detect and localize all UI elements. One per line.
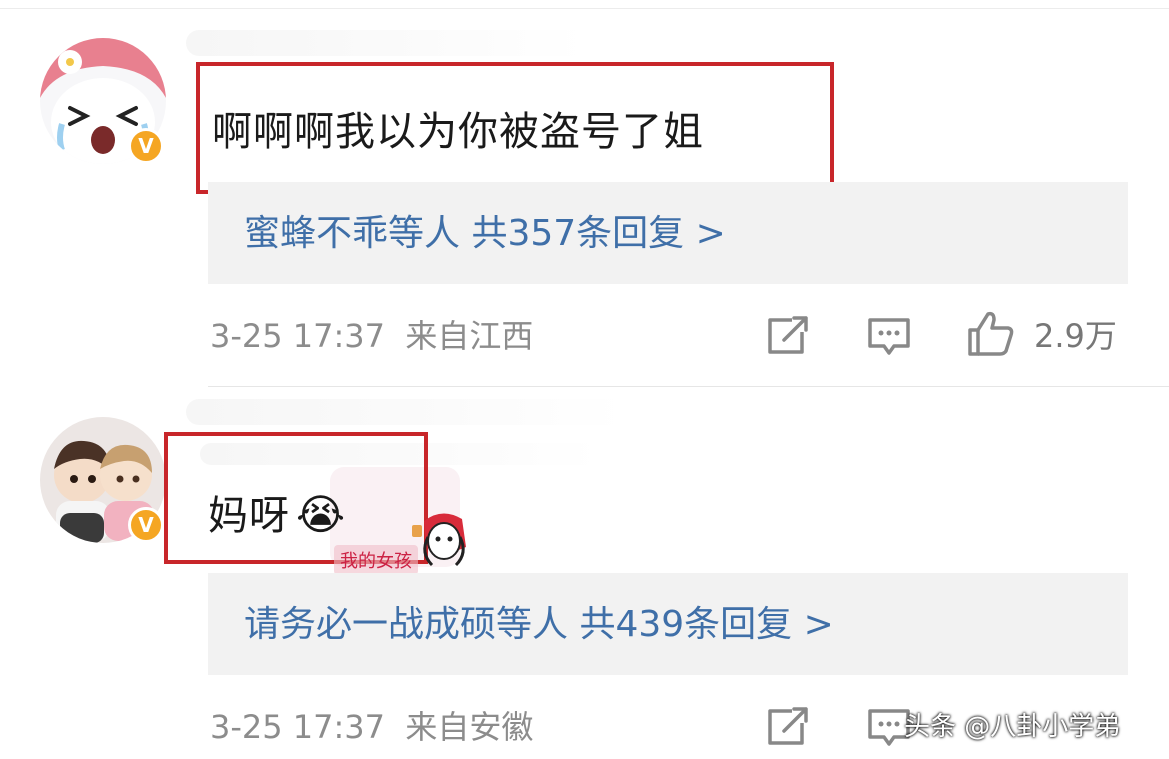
comment-text: 妈呀 😭: [208, 491, 346, 540]
reply-summary-link[interactable]: 蜜蜂不乖等人 共357条回复 >: [244, 212, 726, 256]
timestamp: 3-25 17:37: [210, 708, 386, 746]
like-count: 2.9万: [1034, 317, 1117, 355]
like-icon[interactable]: [966, 310, 1016, 358]
share-icon[interactable]: [766, 316, 810, 356]
comment-text-value: 妈呀: [208, 493, 290, 539]
watermark: 头条 @八卦小学弟: [904, 712, 1121, 742]
comment-icon[interactable]: [866, 316, 912, 358]
reply-preview[interactable]: 请务必一战成硕等人 共439条回复 >: [208, 573, 1128, 675]
crying-face-emoji-icon: 😭: [296, 490, 347, 539]
meta-info: 3-25 17:37 来自安徽: [210, 707, 533, 747]
location: 来自江西: [405, 317, 534, 355]
verified-badge-icon: V: [128, 507, 164, 543]
timestamp: 3-25 17:37: [210, 317, 386, 355]
verified-badge-icon: V: [128, 128, 164, 164]
share-icon[interactable]: [766, 707, 810, 747]
sticker-caption: 我的女孩: [334, 545, 418, 575]
comment-item: V 妈呀 😭 我的女孩 请务必一战成硕等人 共439条回复 > 3-25 17:3…: [0, 387, 1169, 759]
username[interactable]: [186, 30, 586, 56]
location: 来自安徽: [405, 708, 534, 746]
reply-summary-link[interactable]: 请务必一战成硕等人 共439条回复 >: [244, 603, 834, 647]
comment-text: 啊啊啊我以为你被盗号了姐: [212, 109, 704, 155]
comment-item: V 啊啊啊我以为你被盗号了姐 蜜蜂不乖等人 共357条回复 > 3-25 17:…: [0, 0, 1169, 386]
username[interactable]: [186, 399, 626, 425]
meta-info: 3-25 17:37 来自江西: [210, 316, 533, 356]
reply-preview[interactable]: 蜜蜂不乖等人 共357条回复 >: [208, 182, 1128, 284]
